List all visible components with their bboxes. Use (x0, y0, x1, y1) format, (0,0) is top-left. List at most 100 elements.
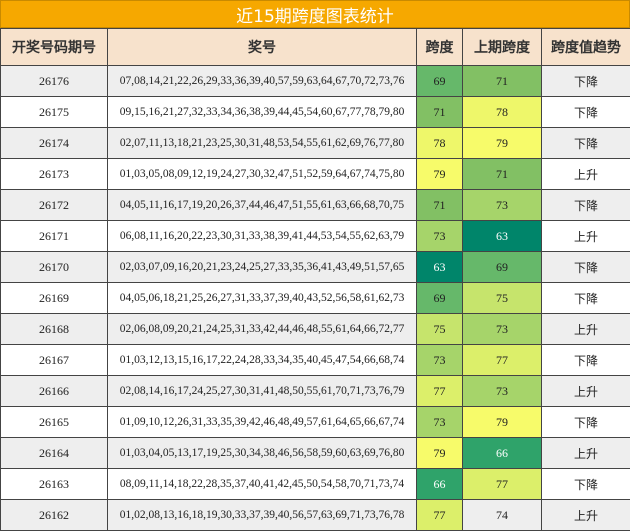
prev-span-cell: 71 (462, 65, 542, 97)
numbers-cell: 02,08,14,16,17,24,25,27,30,31,41,48,50,5… (107, 375, 417, 407)
issue-cell: 26171 (0, 220, 108, 252)
issue-cell: 26167 (0, 344, 108, 376)
span-table: 开奖号码期号 奖号 跨度 上期跨度 跨度值趋势 26176 07,08,14,21… (0, 28, 630, 531)
span-cell: 66 (416, 468, 463, 500)
issue-cell: 26175 (0, 96, 108, 128)
table-row: 26169 04,05,06,18,21,25,26,27,31,33,37,39… (0, 282, 630, 314)
trend-cell: 下降 (541, 127, 630, 159)
issue-cell: 26165 (0, 406, 108, 438)
prev-span-cell: 73 (462, 375, 542, 407)
numbers-cell: 01,03,05,08,09,12,19,24,27,30,32,47,51,5… (107, 158, 417, 190)
prev-span-cell: 79 (462, 406, 542, 438)
span-cell: 77 (416, 499, 463, 531)
span-cell: 71 (416, 189, 463, 221)
table-row: 26167 01,03,12,13,15,16,17,22,24,28,33,34… (0, 344, 630, 376)
table-row: 26175 09,15,16,21,27,32,33,34,36,38,39,44… (0, 96, 630, 128)
prev-span-cell: 71 (462, 158, 542, 190)
trend-cell: 上升 (541, 220, 630, 252)
issue-cell: 26174 (0, 127, 108, 159)
prev-span-cell: 77 (462, 468, 542, 500)
table-row: 26172 04,05,11,16,17,19,20,26,37,44,46,47… (0, 189, 630, 221)
issue-cell: 26163 (0, 468, 108, 500)
span-cell: 79 (416, 437, 463, 469)
prev-span-cell: 75 (462, 282, 542, 314)
span-cell: 78 (416, 127, 463, 159)
span-cell: 79 (416, 158, 463, 190)
span-chart-page: 近15期跨度图表统计 开奖号码期号 奖号 跨度 上期跨度 跨度值趋势 26176… (0, 0, 630, 531)
header-trend: 跨度值趋势 (541, 28, 630, 66)
numbers-cell: 04,05,11,16,17,19,20,26,37,44,46,47,51,5… (107, 189, 417, 221)
numbers-cell: 07,08,14,21,22,26,29,33,36,39,40,57,59,6… (107, 65, 417, 97)
span-cell: 63 (416, 251, 463, 283)
numbers-cell: 02,03,07,09,16,20,21,23,24,25,27,33,35,3… (107, 251, 417, 283)
numbers-cell: 02,06,08,09,20,21,24,25,31,33,42,44,46,4… (107, 313, 417, 345)
prev-span-cell: 73 (462, 189, 542, 221)
trend-cell: 上升 (541, 313, 630, 345)
trend-cell: 下降 (541, 189, 630, 221)
page-title: 近15期跨度图表统计 (0, 0, 630, 28)
table-row: 26164 01,03,04,05,13,17,19,25,30,34,38,46… (0, 437, 630, 469)
numbers-cell: 01,03,04,05,13,17,19,25,30,34,38,46,56,5… (107, 437, 417, 469)
prev-span-cell: 74 (462, 499, 542, 531)
header-prev-span: 上期跨度 (462, 28, 542, 66)
issue-cell: 26173 (0, 158, 108, 190)
numbers-cell: 04,05,06,18,21,25,26,27,31,33,37,39,40,4… (107, 282, 417, 314)
span-cell: 73 (416, 344, 463, 376)
span-cell: 69 (416, 282, 463, 314)
trend-cell: 上升 (541, 499, 630, 531)
trend-cell: 上升 (541, 437, 630, 469)
table-row: 26163 08,09,11,14,18,22,28,35,37,40,41,42… (0, 468, 630, 500)
prev-span-cell: 66 (462, 437, 542, 469)
header-numbers: 奖号 (107, 28, 417, 66)
header-issue: 开奖号码期号 (0, 28, 108, 66)
numbers-cell: 01,03,12,13,15,16,17,22,24,28,33,34,35,4… (107, 344, 417, 376)
prev-span-cell: 63 (462, 220, 542, 252)
prev-span-cell: 73 (462, 313, 542, 345)
prev-span-cell: 78 (462, 96, 542, 128)
span-cell: 73 (416, 220, 463, 252)
issue-cell: 26170 (0, 251, 108, 283)
issue-cell: 26162 (0, 499, 108, 531)
trend-cell: 下降 (541, 96, 630, 128)
numbers-cell: 09,15,16,21,27,32,33,34,36,38,39,44,45,5… (107, 96, 417, 128)
trend-cell: 下降 (541, 468, 630, 500)
span-cell: 73 (416, 406, 463, 438)
trend-cell: 下降 (541, 282, 630, 314)
prev-span-cell: 79 (462, 127, 542, 159)
issue-cell: 26172 (0, 189, 108, 221)
trend-cell: 上升 (541, 158, 630, 190)
issue-cell: 26176 (0, 65, 108, 97)
numbers-cell: 06,08,11,16,20,22,23,30,31,33,38,39,41,4… (107, 220, 417, 252)
table-row: 26170 02,03,07,09,16,20,21,23,24,25,27,33… (0, 251, 630, 283)
issue-cell: 26164 (0, 437, 108, 469)
table-row: 26165 01,09,10,12,26,31,33,35,39,42,46,48… (0, 406, 630, 438)
table-row: 26171 06,08,11,16,20,22,23,30,31,33,38,39… (0, 220, 630, 252)
trend-cell: 上升 (541, 375, 630, 407)
table-body: 26176 07,08,14,21,22,26,29,33,36,39,40,57… (0, 65, 630, 531)
issue-cell: 26166 (0, 375, 108, 407)
table-row: 26176 07,08,14,21,22,26,29,33,36,39,40,57… (0, 65, 630, 97)
trend-cell: 下降 (541, 65, 630, 97)
header-span: 跨度 (416, 28, 463, 66)
span-cell: 77 (416, 375, 463, 407)
table-row: 26174 02,07,11,13,18,21,23,25,30,31,48,53… (0, 127, 630, 159)
span-cell: 71 (416, 96, 463, 128)
table-row: 26173 01,03,05,08,09,12,19,24,27,30,32,47… (0, 158, 630, 190)
trend-cell: 下降 (541, 251, 630, 283)
span-cell: 69 (416, 65, 463, 97)
prev-span-cell: 77 (462, 344, 542, 376)
trend-cell: 下降 (541, 344, 630, 376)
table-header-row: 开奖号码期号 奖号 跨度 上期跨度 跨度值趋势 (0, 28, 630, 66)
issue-cell: 26168 (0, 313, 108, 345)
prev-span-cell: 69 (462, 251, 542, 283)
numbers-cell: 01,09,10,12,26,31,33,35,39,42,46,48,49,5… (107, 406, 417, 438)
table-row: 26168 02,06,08,09,20,21,24,25,31,33,42,44… (0, 313, 630, 345)
trend-cell: 下降 (541, 406, 630, 438)
table-row: 26162 01,02,08,13,16,18,19,30,33,37,39,40… (0, 499, 630, 531)
issue-cell: 26169 (0, 282, 108, 314)
table-row: 26166 02,08,14,16,17,24,25,27,30,31,41,48… (0, 375, 630, 407)
numbers-cell: 01,02,08,13,16,18,19,30,33,37,39,40,56,5… (107, 499, 417, 531)
numbers-cell: 08,09,11,14,18,22,28,35,37,40,41,42,45,5… (107, 468, 417, 500)
span-cell: 75 (416, 313, 463, 345)
numbers-cell: 02,07,11,13,18,21,23,25,30,31,48,53,54,5… (107, 127, 417, 159)
